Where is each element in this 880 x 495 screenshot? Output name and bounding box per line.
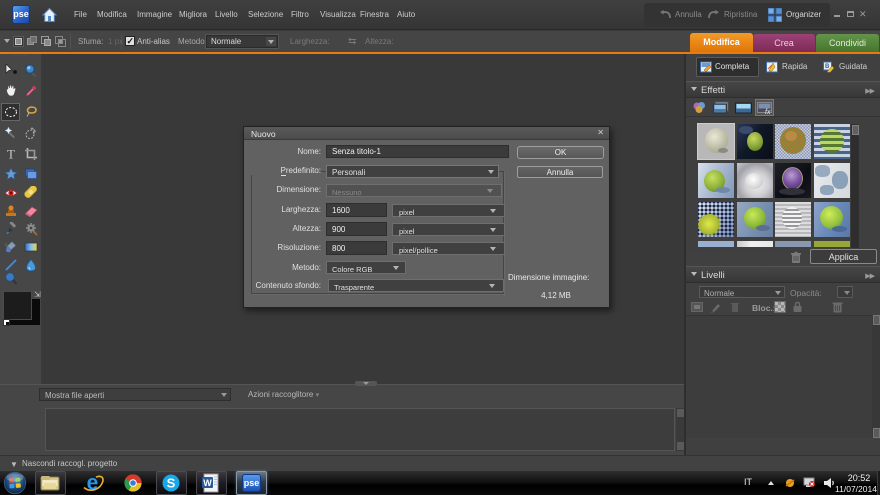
svg-text:fx: fx bbox=[765, 109, 771, 115]
svg-text:T: T bbox=[7, 147, 15, 161]
svg-text:S: S bbox=[167, 476, 176, 491]
svg-text:W: W bbox=[203, 478, 212, 488]
